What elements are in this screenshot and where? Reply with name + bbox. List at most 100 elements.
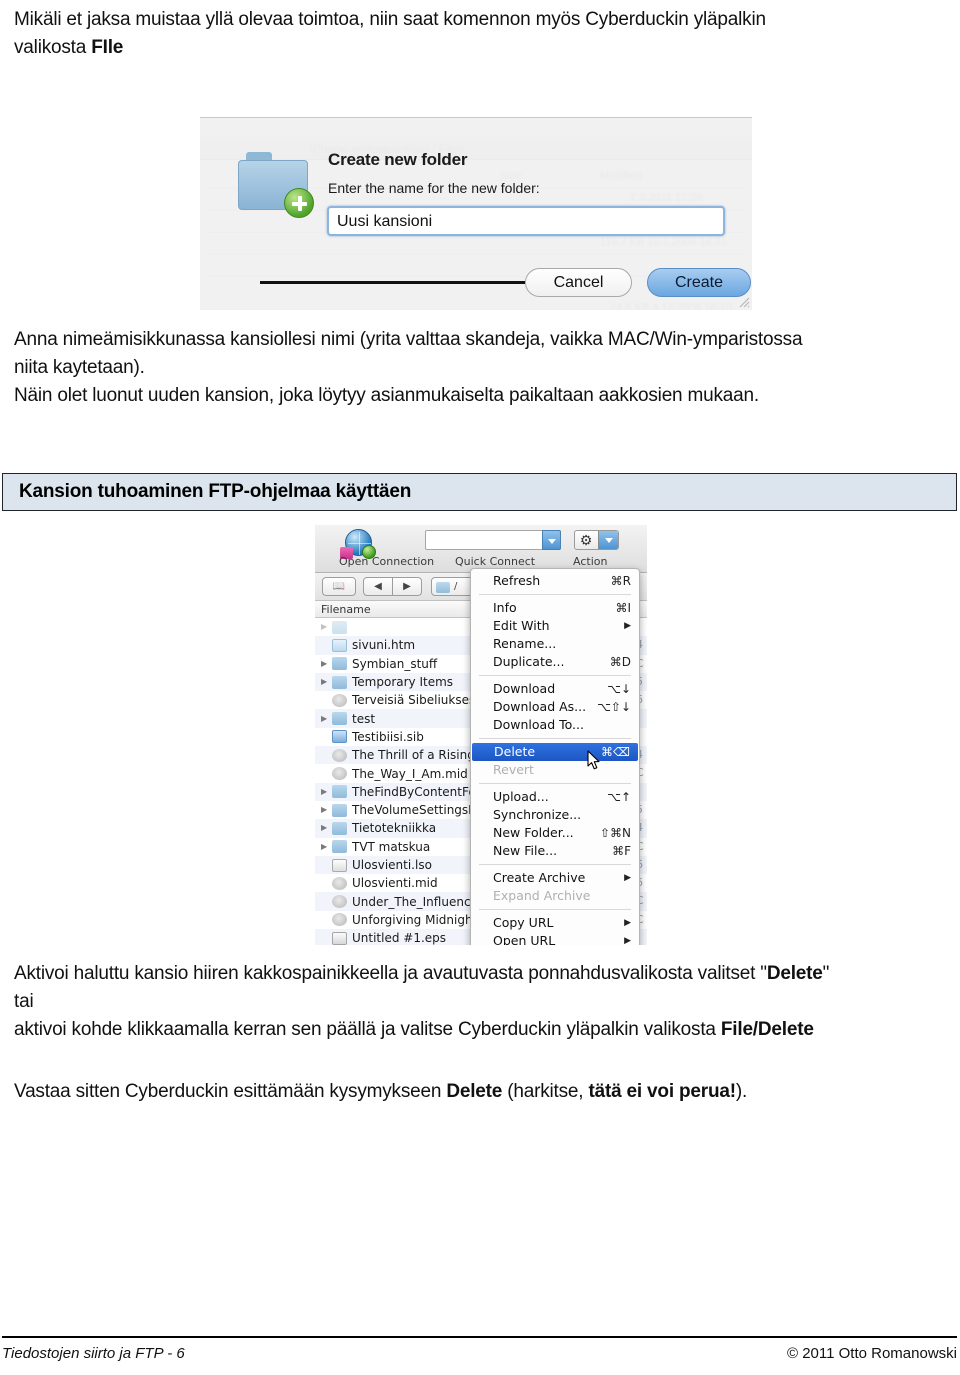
menu-item-label: New Folder... xyxy=(493,825,574,840)
menu-item-expand-archive: Expand Archive xyxy=(471,887,639,905)
menu-item-download[interactable]: Download ⌥↓ xyxy=(471,680,639,698)
menu-item-open-url[interactable]: Open URL ▶ xyxy=(471,932,639,945)
menu-item-rename[interactable]: Rename... xyxy=(471,635,639,653)
mouse-pointer-icon xyxy=(587,750,600,770)
file-name-label: test xyxy=(352,711,376,726)
dialog-title: Create new folder xyxy=(328,150,468,169)
menu-item-label: Delete xyxy=(494,744,536,759)
disclosure-triangle-icon[interactable]: ▶ xyxy=(321,824,332,832)
disclosure-triangle-icon[interactable]: ▶ xyxy=(321,623,332,631)
disclosure-triangle-icon[interactable]: ▶ xyxy=(321,678,332,686)
open-connection-globe-icon[interactable] xyxy=(340,529,376,559)
folder-file-icon xyxy=(332,675,347,689)
disclosure-triangle-icon[interactable]: ▶ xyxy=(321,806,332,814)
final-c: (harkitse, xyxy=(502,1081,589,1102)
eps-file-icon xyxy=(332,931,347,945)
page-footer: Tiedostojen siirto ja FTP - 6 © 2011 Ott… xyxy=(2,1345,957,1362)
file-name-label: Symbian_stuff xyxy=(352,656,438,671)
context-menu[interactable]: Refresh ⌘R Info ⌘I Edit With ▶ Rename... Duplic… xyxy=(470,568,640,945)
menu-item-shortcut: ⌘F xyxy=(612,844,631,858)
menu-item-label: Download As... xyxy=(493,699,587,714)
intro-line-2-prefix: valikosta xyxy=(14,37,92,58)
menu-item-new-file[interactable]: New File... ⌘F xyxy=(471,842,639,860)
midi-file-icon xyxy=(332,913,347,927)
resize-grip-icon[interactable] xyxy=(737,295,750,308)
cyberduck-context-menu-screenshot: ⚙ Open Connection Quick Connect Action 📖… xyxy=(315,525,647,945)
folder-file-icon xyxy=(332,803,347,817)
footer-divider xyxy=(2,1336,957,1338)
menu-item-download-as[interactable]: Download As... ⌥⇧↓ xyxy=(471,698,639,716)
menu-item-duplicate[interactable]: Duplicate... ⌘D xyxy=(471,653,639,671)
menu-item-edit-with[interactable]: Edit With ▶ xyxy=(471,617,639,635)
menu-item-shortcut: ⇧⌘N xyxy=(599,826,631,840)
filename-column-label: Filename xyxy=(321,603,371,616)
menu-item-refresh[interactable]: Refresh ⌘R xyxy=(471,572,639,590)
chevron-down-icon[interactable] xyxy=(542,530,561,550)
disclosure-triangle-icon[interactable]: ▶ xyxy=(321,787,332,796)
menu-separator xyxy=(479,594,631,595)
folder-file-icon xyxy=(332,712,347,726)
disclosure-triangle-icon[interactable]: ▶ xyxy=(321,659,332,668)
menu-item-download-to[interactable]: Download To... xyxy=(471,716,639,734)
file-name-label: TVT matskua xyxy=(352,839,431,854)
midi-file-icon xyxy=(332,767,347,781)
folder-file-icon xyxy=(332,785,347,799)
footer-copyright: © 2011 Otto Romanowski xyxy=(786,1345,957,1362)
disclosure-triangle-icon[interactable]: ▶ xyxy=(321,714,332,723)
after-menu-line-1: Aktivoi haluttu kansio hiiren kakkospain… xyxy=(14,960,944,988)
menu-item-label: Rename... xyxy=(493,636,557,651)
folder-file-icon xyxy=(332,821,347,835)
dialog-subtitle: Enter the name for the new folder: xyxy=(328,180,540,196)
file-name-label: Ulosvienti.lso xyxy=(352,858,432,872)
menu-item-shortcut: ⌘R xyxy=(610,574,631,588)
menu-item-label: Create Archive xyxy=(493,870,586,885)
menu-item-new-folder[interactable]: New Folder... ⇧⌘N xyxy=(471,824,639,842)
folder-plus-icon xyxy=(238,152,314,218)
gear-icon: ⚙ xyxy=(579,533,593,549)
action-label: Action xyxy=(573,555,608,568)
disclosure-triangle-icon[interactable]: ▶ xyxy=(321,842,332,851)
document-page: Mikäli et jaksa muistaa yllä olevaa toim… xyxy=(0,0,960,1375)
chevron-down-icon[interactable] xyxy=(598,531,618,549)
menu-item-shortcut: ⌘I xyxy=(615,601,631,615)
submenu-arrow-icon: ▶ xyxy=(624,918,631,928)
menu-item-label: Info xyxy=(493,600,517,615)
forward-arrow-icon[interactable]: ▶ xyxy=(392,577,422,596)
quick-connect-input[interactable] xyxy=(425,530,561,550)
menu-item-shortcut: ⌥⇧↓ xyxy=(597,700,631,714)
folder-icon xyxy=(436,582,450,593)
final-e: ). xyxy=(735,1081,748,1102)
cancel-button[interactable]: Cancel xyxy=(525,268,632,297)
menu-item-upload[interactable]: Upload... ⌥↑ xyxy=(471,788,639,806)
midi-file-icon xyxy=(332,895,347,909)
menu-item-label: Download To... xyxy=(493,717,584,732)
bookmark-icon[interactable]: 📖 xyxy=(322,577,356,596)
folder-name-input[interactable]: Uusi kansioni xyxy=(327,206,725,236)
file-name-label: Temporary Items xyxy=(352,675,454,690)
menu-item-synchronize[interactable]: Synchronize... xyxy=(471,806,639,824)
menu-separator xyxy=(479,783,631,784)
back-arrow-icon[interactable]: ◀ xyxy=(363,577,393,596)
section-heading-text: Kansion tuhoaminen FTP-ohjelmaa käyttäen xyxy=(19,481,412,502)
file-name-label: sivuni.htm xyxy=(352,638,416,653)
menu-item-copy-url[interactable]: Copy URL ▶ xyxy=(471,914,639,932)
final-line: Vastaa sitten Cyberduckin esittämään kys… xyxy=(14,1078,944,1106)
menu-separator xyxy=(479,675,631,676)
create-button[interactable]: Create xyxy=(647,268,751,297)
menu-item-delete[interactable]: Delete ⌘⌫ xyxy=(472,743,638,761)
after-menu-line-1-c: " xyxy=(822,963,830,984)
final-delete-keyword: Delete xyxy=(446,1081,503,1102)
menu-item-create-archive[interactable]: Create Archive ▶ xyxy=(471,869,639,887)
folder-file-icon xyxy=(332,620,347,634)
action-button[interactable]: ⚙ xyxy=(574,530,619,550)
menu-item-info[interactable]: Info ⌘I xyxy=(471,599,639,617)
after-dialog-paragraph: Anna nimeämisikkunassa kansiollesi nimi … xyxy=(14,326,944,410)
menu-item-label: Upload... xyxy=(493,789,549,804)
after-menu-line-2: tai xyxy=(14,991,34,1012)
menu-separator xyxy=(479,738,631,739)
menu-item-shortcut: ⌘D xyxy=(609,655,631,669)
folder-file-icon xyxy=(332,657,347,671)
after-menu-paragraph: Aktivoi haluttu kansio hiiren kakkospain… xyxy=(14,960,944,1044)
submenu-arrow-icon: ▶ xyxy=(624,621,631,631)
open-connection-label: Open Connection xyxy=(339,555,435,568)
